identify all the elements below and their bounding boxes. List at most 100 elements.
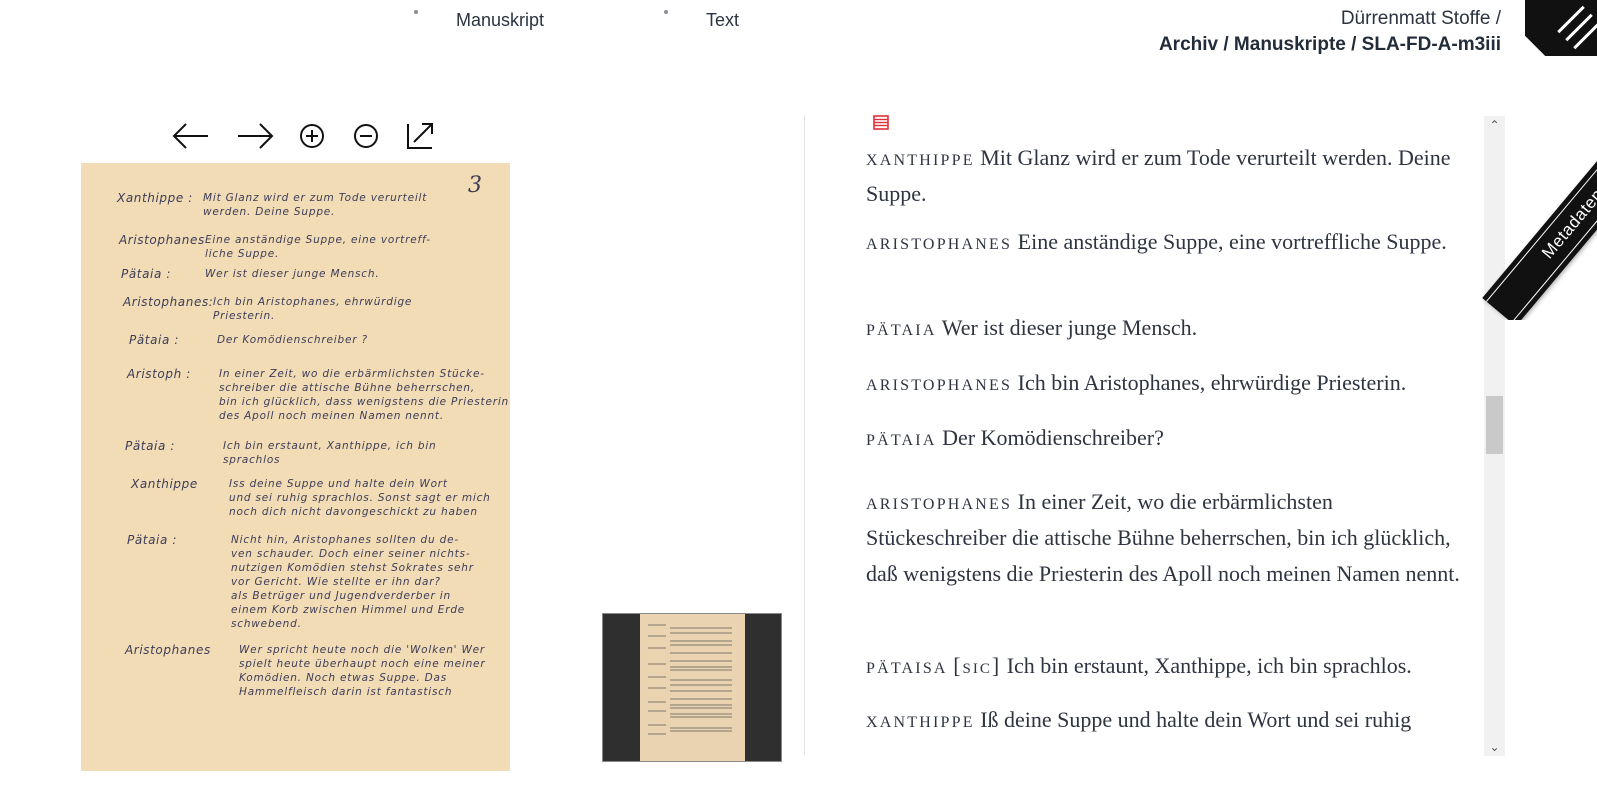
metadata-tab[interactable]: Metadaten — [1482, 121, 1597, 320]
transcript-speech: Eine anständige Suppe, eine vortrefflich… — [1017, 229, 1447, 254]
manuscript-text: Mit Glanz wird er zum Tode verurteilt wer… — [203, 191, 427, 219]
nav-bullet — [664, 10, 668, 14]
manuscript-text-line: Mit Glanz wird er zum Tode verurteilt — [203, 192, 428, 204]
transcript-paragraph: Xanthippe Mit Glanz wird er zum Tode ver… — [866, 140, 1466, 212]
open-external-icon — [407, 123, 433, 149]
manuscript-text-line: noch dich nicht davongeschickt zu haben — [229, 506, 478, 518]
manuscript-text-line: bin ich glücklich, dass wenigstens die P… — [219, 396, 509, 408]
scroll-down-icon[interactable]: ⌄ — [1484, 738, 1505, 756]
document-lines-icon[interactable] — [872, 114, 890, 130]
transcript-speech: Iß deine Suppe und halte dein Wort und s… — [980, 707, 1412, 732]
manuscript-text-line: Hammelfleisch darin ist fantastisch — [239, 686, 453, 698]
manuscript-text-line: Eine anständige Suppe, eine vortreff- — [205, 234, 431, 246]
manuscript-speaker: Aristophanes — [125, 643, 211, 657]
manuscript-text-line: Ich bin Aristophanes, ehrwürdige — [213, 296, 413, 308]
next-page-button[interactable] — [236, 118, 276, 154]
arrow-right-icon — [238, 123, 274, 149]
transcript-paragraph: Pätaia Wer ist dieser junge Mensch. — [866, 310, 1466, 346]
manuscript-text: In einer Zeit, wo die erbärmlichsten Stü… — [219, 367, 509, 423]
transcript-speech: Ich bin Aristophanes, ehrwürdige Prieste… — [1017, 370, 1407, 395]
zoom-in-icon — [300, 124, 324, 148]
manuscript-text-line: Iss deine Suppe und halte dein Wort — [229, 478, 448, 490]
transcript-speaker: Xanthippe — [866, 145, 975, 170]
manuscript-speaker: Xanthippe — [131, 477, 198, 491]
transcript-speech: Ich bin erstaunt, Xanthippe, ich bin spr… — [1006, 653, 1412, 678]
transcript-paragraph: Pätaia Der Komödienschreiber? — [866, 420, 1466, 456]
previous-page-button[interactable] — [170, 118, 210, 154]
manuscript-text-line: werden. Deine Suppe. — [203, 206, 336, 218]
transcript-paragraph: Aristophanes In einer Zeit, wo die erbär… — [866, 484, 1466, 592]
manuscript-speaker: Aristoph : — [127, 367, 191, 381]
manuscript-page-number: 3 — [468, 173, 482, 198]
manuscript-text-line: ven schauder. Doch einer seiner nichts- — [231, 548, 471, 560]
transcript-speaker: Pätaisa — [866, 653, 948, 678]
breadcrumb: Dürrenmatt Stoffe / Archiv / Manuskripte… — [1159, 6, 1501, 58]
manuscript-speaker: Aristophanes: — [123, 295, 214, 309]
manuscript-text-line: Nicht hin, Aristophanes sollten du de- — [231, 534, 459, 546]
manuscript-text: Der Komödienschreiber ? — [217, 333, 368, 347]
top-navigation: Manuskript Text Dürrenmatt Stoffe / Arch… — [0, 0, 1597, 60]
arrow-left-icon — [172, 123, 208, 149]
manuscript-text-line: und sei ruhig sprachlos. Sonst sagt er m… — [229, 492, 491, 504]
transcript-speaker: Aristophanes — [866, 370, 1013, 395]
tab-text[interactable]: Text — [706, 10, 739, 31]
manuscript-speaker: Pätaia : — [129, 333, 179, 347]
nav-bullet — [414, 10, 418, 14]
transcript-speaker: Aristophanes — [866, 229, 1013, 254]
manuscript-text-line: einem Korb zwischen Himmel und Erde — [231, 604, 466, 616]
manuscript-text: Wer spricht heute noch die 'Wolken' Wer s… — [239, 643, 485, 699]
tab-manuskript[interactable]: Manuskript — [456, 10, 544, 31]
transcription-panel: Xanthippe Mit Glanz wird er zum Tode ver… — [866, 114, 1476, 754]
manuscript-text-line: als Betrüger und Jugendverderber in — [231, 590, 451, 602]
transcript-paragraph: Aristophanes Ich bin Aristophanes, ehrwü… — [866, 365, 1466, 401]
hamburger-icon — [1541, 5, 1597, 50]
manuscript-text-line: schwebend. — [231, 618, 302, 630]
manuscript-text: Nicht hin, Aristophanes sollten du de-ve… — [231, 533, 474, 631]
manuscript-text-line: spielt heute überhaupt noch eine meiner — [239, 658, 486, 670]
transcript-speech: Wer ist dieser junge Mensch. — [941, 315, 1198, 340]
manuscript-text-line: des Apoll noch meinen Namen nennt. — [219, 410, 444, 422]
transcript-paragraph: Aristophanes Eine anständige Suppe, eine… — [866, 224, 1466, 260]
manuscript-text: Iss deine Suppe und halte dein Wort und s… — [229, 477, 491, 519]
transcript-speech: Der Komödienschreiber? — [942, 425, 1164, 450]
page-navigator-minimap[interactable] — [602, 613, 782, 762]
manuscript-text: Ich bin Aristophanes, ehrwürdige Priester… — [213, 295, 412, 323]
breadcrumb-root[interactable]: Dürrenmatt Stoffe / — [1159, 6, 1501, 32]
manuscript-speaker: Pätaia : — [125, 439, 175, 453]
manuscript-text: Wer ist dieser junge Mensch. — [205, 267, 379, 281]
manuscript-text-line: sprachlos — [223, 454, 281, 466]
manuscript-speaker: Aristophanes — [119, 233, 205, 247]
open-external-button[interactable] — [400, 118, 440, 154]
transcript-speaker: Xanthippe — [866, 707, 975, 732]
transcript-sic-note: [sic] — [953, 653, 1002, 678]
manuscript-text-line: Der Komödienschreiber ? — [217, 334, 368, 346]
scrollbar-thumb[interactable] — [1486, 396, 1503, 454]
manuscript-text-line: Ich bin erstaunt, Xanthippe, ich bin — [223, 440, 437, 452]
zoom-out-icon — [354, 124, 378, 148]
transcript-speaker: Pätaia — [866, 315, 937, 340]
menu-button[interactable] — [1525, 0, 1597, 56]
manuscript-text: Ich bin erstaunt, Xanthippe, ich bin spra… — [223, 439, 437, 467]
manuscript-text-line: Priesterin. — [213, 310, 276, 322]
panel-divider — [804, 115, 805, 755]
transcript-paragraph: Pätaisa [sic] Ich bin erstaunt, Xanthipp… — [866, 648, 1466, 684]
zoom-in-button[interactable] — [292, 118, 332, 154]
manuscript-text-line: Wer spricht heute noch die 'Wolken' Wer — [239, 644, 486, 656]
manuscript-speaker: Xanthippe : — [117, 191, 193, 205]
manuscript-page-image[interactable]: 3 Xanthippe : Mit Glanz wird er zum Tode … — [81, 163, 510, 771]
manuscript-text-line: schreiber die attische Bühne beherrschen… — [219, 382, 476, 394]
manuscript-speaker: Pätaia : — [127, 533, 177, 547]
manuscript-speaker: Pätaia : — [121, 267, 171, 281]
manuscript-text-line: vor Gericht. Wie stellte er ihn dar? — [231, 576, 441, 588]
manuscript-text-line: nutzigen Komödien stehst Sokrates sehr — [231, 562, 474, 574]
manuscript-text-line: Wer ist dieser junge Mensch. — [205, 268, 380, 280]
transcript-paragraph: Xanthippe Iß deine Suppe und halte dein … — [866, 702, 1466, 738]
transcript-speaker: Aristophanes — [866, 489, 1013, 514]
breadcrumb-path[interactable]: Archiv / Manuskripte / SLA-FD-A-m3iii — [1159, 32, 1501, 58]
metadata-tab-label: Metadaten — [1486, 124, 1597, 320]
manuscript-text-line: Komödien. Noch etwas Suppe. Das — [239, 672, 447, 684]
metadata-ribbon-container: Metadaten — [1470, 110, 1597, 320]
transcript-speaker: Pätaia — [866, 425, 937, 450]
manuscript-text: Eine anständige Suppe, eine vortreff-lic… — [205, 233, 431, 261]
zoom-out-button[interactable] — [346, 118, 386, 154]
